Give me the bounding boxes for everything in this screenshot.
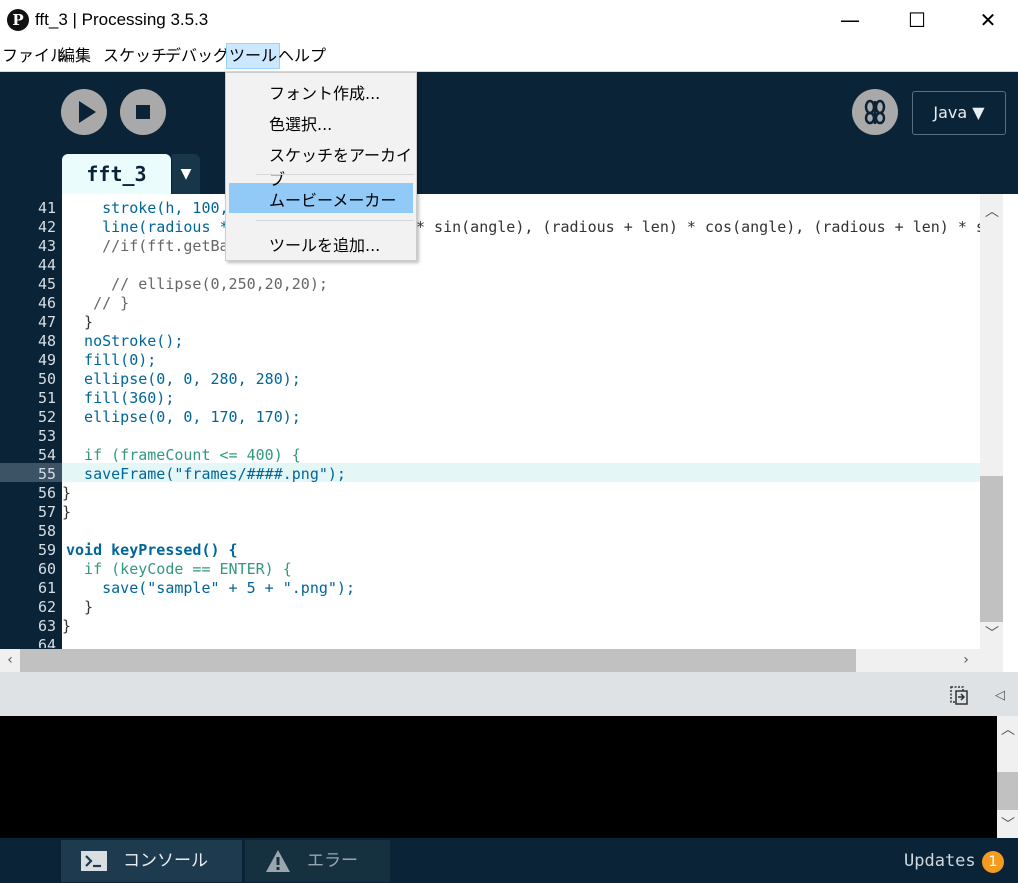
console-scroll-up-icon[interactable]: ︿	[998, 720, 1018, 740]
line-number: 49	[37, 351, 56, 369]
scroll-right-icon[interactable]: ›	[956, 650, 976, 670]
code-line: ellipse(0, 0, 170, 170);	[66, 408, 301, 426]
line-number: 54	[37, 446, 56, 464]
scroll-down-icon[interactable]: ﹀	[982, 624, 1002, 644]
tab-console[interactable]: コンソール	[61, 840, 242, 882]
butterfly-icon	[864, 99, 886, 125]
line-number: 47	[37, 313, 56, 331]
console-tab-label: コンソール	[123, 851, 208, 871]
line-number: 52	[37, 408, 56, 426]
menu-item-create-font[interactable]: フォント作成...	[269, 80, 380, 104]
code-line: }	[62, 503, 72, 521]
code-line: * sin(angle), (radious + len) * cos(angl…	[416, 218, 980, 236]
line-number: 58	[37, 522, 56, 540]
editor-vertical-scroll-thumb[interactable]	[980, 476, 1003, 622]
tab-errors[interactable]: エラー	[245, 840, 390, 882]
updates-count-badge[interactable]: 1	[982, 851, 1004, 873]
terminal-icon	[81, 851, 107, 871]
line-number: 57	[37, 503, 56, 521]
code-line: stroke(h, 100,	[66, 199, 229, 217]
menu-separator	[256, 220, 414, 221]
line-number: 46	[37, 294, 56, 312]
maximize-button[interactable]: ☐	[894, 4, 940, 36]
code-line: fill(360);	[66, 389, 175, 407]
menu-item-movie-maker[interactable]: ムービーメーカー	[269, 187, 396, 211]
line-number: 45	[37, 275, 56, 293]
close-button[interactable]: ✕	[965, 4, 1011, 36]
line-number: 48	[37, 332, 56, 350]
code-line: // ellipse(0,250,20,20);	[66, 275, 328, 293]
menu-item-archive-sketch[interactable]: スケッチをアーカイブ	[269, 142, 416, 190]
processing-logo-icon: P	[7, 9, 29, 31]
collapse-console-icon[interactable]: ◁	[995, 688, 1005, 703]
scroll-left-icon[interactable]: ‹	[0, 650, 20, 670]
console-divider[interactable]	[0, 672, 1018, 716]
line-number: 56	[37, 484, 56, 502]
line-number: 59	[37, 541, 56, 559]
scroll-up-icon[interactable]: ︿	[982, 202, 1002, 222]
line-number: 43	[37, 237, 56, 255]
code-line: if (keyCode == ENTER) {	[66, 560, 292, 578]
play-icon	[79, 101, 96, 123]
errors-tab-label: エラー	[307, 851, 358, 871]
code-lines: stroke(h, 100, line(radious * * sin(angl…	[62, 194, 980, 649]
line-number: 64	[37, 636, 56, 648]
menu-help[interactable]: ヘルプ	[276, 44, 328, 68]
code-line: line(radious *	[66, 218, 229, 236]
line-numbers: 41 42 43 44 45 46 47 48 49 50 51 52 53 5…	[0, 194, 62, 649]
code-line: fill(0);	[66, 351, 157, 369]
tab-fft-3[interactable]: fft_3	[62, 154, 171, 194]
console-scroll-thumb[interactable]	[997, 772, 1018, 810]
code-line-current: saveFrame("frames/####.png");	[66, 465, 346, 483]
menu-tools[interactable]: ツール	[226, 43, 281, 69]
menu-item-add-tool[interactable]: ツールを追加...	[269, 232, 380, 256]
code-line: }	[62, 484, 72, 502]
minimize-button[interactable]: —	[827, 4, 873, 36]
line-number: 50	[37, 370, 56, 388]
menu-edit[interactable]: 編集	[57, 44, 93, 68]
updates-label[interactable]: Updates	[904, 851, 976, 871]
title-bar: P fft_3 | Processing 3.5.3 — ☐ ✕	[0, 0, 1018, 40]
line-number: 44	[37, 256, 56, 274]
line-number: 55	[37, 465, 56, 483]
line-number: 41	[37, 199, 56, 217]
line-number: 62	[37, 598, 56, 616]
code-line: //if(fft.getBa	[66, 237, 229, 255]
code-line: void keyPressed() {	[66, 541, 238, 559]
line-number: 51	[37, 389, 56, 407]
menu-sketch[interactable]: スケッチ	[101, 44, 169, 68]
code-line: if (frameCount <= 400) {	[66, 446, 301, 464]
run-button[interactable]	[61, 89, 107, 135]
console-output[interactable]	[0, 716, 997, 838]
code-line: save("sample" + 5 + ".png");	[66, 579, 355, 597]
line-number: 60	[37, 560, 56, 578]
copy-console-icon[interactable]	[948, 684, 970, 706]
window-title: fft_3 | Processing 3.5.3	[35, 10, 209, 29]
warning-icon	[266, 850, 290, 872]
code-line: }	[62, 617, 72, 635]
debugger-button[interactable]	[852, 89, 898, 135]
mode-selector[interactable]: Java ▼	[912, 91, 1006, 135]
line-number: 61	[37, 579, 56, 597]
tab-menu-arrow-button[interactable]: ▼	[172, 154, 200, 194]
code-line: }	[66, 598, 94, 616]
code-line: ellipse(0, 0, 280, 280);	[66, 370, 301, 388]
line-number: 53	[37, 427, 56, 445]
line-number: 63	[37, 617, 56, 635]
code-line: noStroke();	[66, 332, 184, 350]
menu-item-color-selector[interactable]: 色選択...	[269, 111, 332, 135]
stop-icon	[136, 105, 150, 119]
code-line: // }	[66, 294, 130, 312]
stop-button[interactable]	[120, 89, 166, 135]
menu-separator	[256, 174, 414, 175]
menu-bar: ファイル 編集 スケッチ デバッグ ツール ヘルプ	[0, 41, 1018, 72]
line-number: 42	[37, 218, 56, 236]
editor-horizontal-scroll-thumb[interactable]	[20, 649, 856, 672]
code-line: }	[66, 313, 94, 331]
console-scroll-down-icon[interactable]: ﹀	[998, 815, 1018, 835]
tools-dropdown-menu: フォント作成... 色選択... スケッチをアーカイブ ムービーメーカー ツール…	[225, 72, 417, 261]
menu-debug[interactable]: デバッグ	[163, 44, 231, 68]
